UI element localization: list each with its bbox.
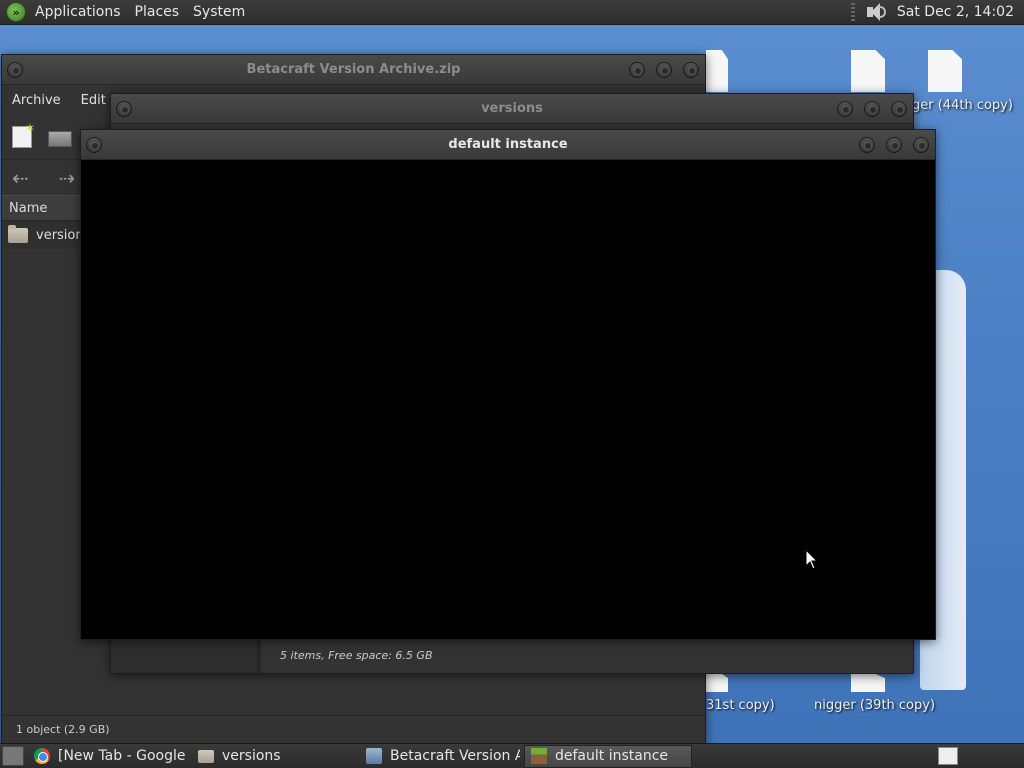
archive-icon bbox=[366, 748, 382, 764]
taskbar-item-default-instance[interactable]: default instance bbox=[524, 744, 692, 768]
panel-separator bbox=[850, 3, 855, 21]
workspace-switcher-icon[interactable] bbox=[938, 747, 958, 765]
column-header-name[interactable]: Name bbox=[2, 195, 80, 221]
maximize-button[interactable] bbox=[656, 62, 672, 78]
top-panel: » Applications Places System Sat Dec 2, … bbox=[0, 0, 1024, 25]
versions-window-title: versions bbox=[481, 101, 543, 116]
archive-titlebar[interactable]: Betacraft Version Archive.zip bbox=[2, 55, 705, 85]
desktop-file-icon[interactable] bbox=[851, 674, 885, 692]
desktop-file-label[interactable]: ger (44th copy) bbox=[912, 98, 1013, 113]
default-instance-title: default instance bbox=[448, 137, 568, 152]
folder-icon bbox=[198, 749, 214, 763]
minecraft-grass-icon bbox=[531, 748, 547, 764]
clock[interactable]: Sat Dec 2, 14:02 bbox=[897, 4, 1024, 20]
taskbar-item-versions[interactable]: versions bbox=[192, 745, 356, 768]
default-instance-titlebar[interactable]: default instance bbox=[81, 130, 935, 160]
taskbar-item-label: default instance bbox=[555, 748, 669, 764]
speaker-icon[interactable] bbox=[865, 2, 887, 22]
menu-applications[interactable]: Applications bbox=[28, 0, 128, 25]
close-button[interactable] bbox=[913, 137, 929, 153]
close-button[interactable] bbox=[683, 62, 699, 78]
menu-places[interactable]: Places bbox=[128, 0, 187, 25]
taskbar-item-archive[interactable]: Betacraft Version Ar... bbox=[360, 745, 520, 768]
folder-icon bbox=[8, 224, 28, 243]
bottom-panel: [New Tab - Google ... versions Betacraft… bbox=[0, 743, 1024, 768]
window-menu-button[interactable] bbox=[7, 62, 23, 78]
taskbar-item-label: [New Tab - Google ... bbox=[58, 748, 188, 764]
open-archive-icon[interactable] bbox=[48, 131, 72, 147]
panel-tray: Sat Dec 2, 14:02 bbox=[850, 2, 1024, 22]
chrome-icon bbox=[34, 748, 50, 764]
minimize-button[interactable] bbox=[859, 137, 875, 153]
versions-titlebar[interactable]: versions bbox=[111, 94, 913, 124]
desktop-file-icon[interactable] bbox=[928, 50, 962, 92]
desktop-file-icon[interactable] bbox=[706, 674, 728, 692]
back-arrow-icon[interactable]: ⇠ bbox=[12, 166, 29, 190]
minimize-button[interactable] bbox=[629, 62, 645, 78]
new-archive-icon[interactable] bbox=[12, 121, 35, 148]
archive-window-title: Betacraft Version Archive.zip bbox=[246, 62, 461, 77]
mint-logo-icon[interactable]: » bbox=[6, 2, 26, 22]
archive-statusbar: 1 object (2.9 GB) bbox=[2, 715, 705, 743]
window-menu-button[interactable] bbox=[86, 137, 102, 153]
menu-system[interactable]: System bbox=[186, 0, 252, 25]
taskbar-item-label: versions bbox=[222, 748, 281, 764]
menu-archive[interactable]: Archive bbox=[2, 93, 71, 108]
taskbar-item-chrome[interactable]: [New Tab - Google ... bbox=[28, 745, 188, 768]
versions-sidebar bbox=[111, 639, 261, 673]
versions-statusbar: 5 items, Free space: 6.5 GB bbox=[265, 639, 913, 673]
desktop-file-label[interactable]: nigger (39th copy) bbox=[814, 698, 935, 713]
show-desktop-icon[interactable] bbox=[2, 746, 24, 766]
close-button[interactable] bbox=[891, 101, 907, 117]
desktop-file-label[interactable]: 31st copy) bbox=[706, 698, 775, 713]
maximize-button[interactable] bbox=[886, 137, 902, 153]
desktop-file-icon[interactable] bbox=[706, 50, 728, 92]
taskbar-item-label: Betacraft Version Ar... bbox=[390, 748, 520, 764]
window-menu-button[interactable] bbox=[116, 101, 132, 117]
forward-arrow-icon[interactable]: ⇢ bbox=[59, 166, 76, 190]
maximize-button[interactable] bbox=[864, 101, 880, 117]
minimize-button[interactable] bbox=[837, 101, 853, 117]
desktop-file-icon[interactable] bbox=[851, 50, 885, 92]
